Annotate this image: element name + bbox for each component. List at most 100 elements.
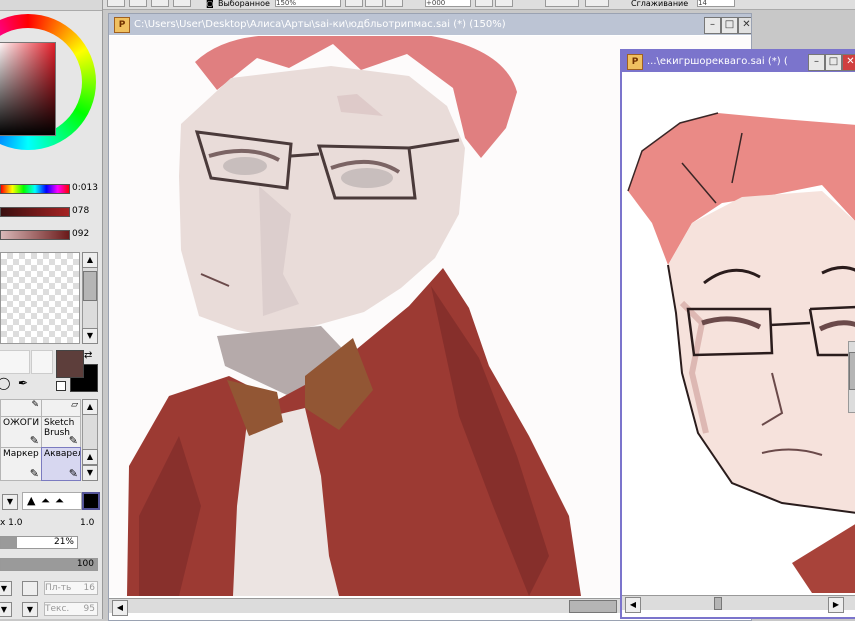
toolbar-icon[interactable] [585, 0, 609, 7]
tex-dropdown-icon[interactable]: ▼ [22, 602, 38, 617]
rotate-left-icon[interactable] [475, 0, 493, 7]
scroll-up-icon[interactable]: ▲ [82, 399, 98, 415]
maximize-icon[interactable]: □ [825, 54, 842, 71]
scroll-down-icon[interactable]: ▼ [82, 328, 98, 344]
zoom-in-icon[interactable] [345, 0, 363, 7]
marker-icon: ✎ [29, 467, 39, 480]
tex-label: Текс. [45, 604, 70, 614]
close-icon[interactable]: ✕ [842, 54, 855, 71]
scroll-thumb[interactable] [849, 352, 855, 390]
close-icon[interactable]: ✕ [738, 17, 751, 34]
tool-marker[interactable]: Маркер ✎ [0, 447, 42, 481]
swap-colors-icon[interactable]: ⇄ [84, 350, 92, 361]
brush-size-multiplier[interactable]: x 1.0 [0, 518, 23, 528]
eyedropper-icon[interactable]: ✒ [18, 376, 28, 390]
flip-icon[interactable] [545, 0, 579, 7]
saturation-slider[interactable] [0, 207, 70, 217]
brush-size-value: 1.0 [80, 518, 95, 528]
scroll-up-icon[interactable]: ▲ [82, 252, 98, 268]
minimize-icon[interactable]: – [704, 17, 721, 34]
toolbar-icon[interactable] [107, 0, 125, 7]
zoom-reset-icon[interactable] [385, 0, 403, 7]
min-size-fill [1, 537, 17, 548]
maximize-icon[interactable]: □ [721, 17, 738, 34]
scroll-up-icon[interactable]: ▲ [82, 449, 98, 465]
smoothing-label: Сглаживание [631, 0, 689, 8]
scroll-thumb[interactable] [83, 271, 97, 301]
scroll-left-icon[interactable]: ◀ [625, 597, 641, 613]
swatch-transparent-2[interactable] [31, 350, 53, 374]
pl-checkbox[interactable] [22, 581, 38, 596]
scroll-thumb[interactable] [569, 600, 617, 613]
shape-round-icon[interactable]: ⏶ [41, 494, 50, 508]
eraser-icon: ▱ [71, 400, 78, 410]
scratchpad-scrollbar[interactable]: ▲ ▼ [82, 252, 98, 344]
top-toolbar: ◙ Выборанное 150% +000 Сглаживание 14 [103, 0, 855, 10]
document-title: C:\Users\User\Desktop\Алиса\Арты\sai-ки\… [134, 19, 506, 30]
shape-soft-icon[interactable]: ⏶ [55, 494, 64, 508]
value-slider[interactable] [0, 230, 70, 240]
foreground-color-swatch[interactable] [56, 350, 84, 378]
value-value: 092 [72, 229, 90, 239]
canvas-horizontal-scrollbar[interactable]: ◀ ▶ [622, 595, 855, 613]
selection-source-checkbox[interactable]: ◙ [206, 0, 214, 8]
selection-source-label: Выборанное [218, 0, 270, 8]
swatch-transparent[interactable] [0, 350, 30, 374]
tool-panel: 0:013 078 092 ▲ ▼ ⇄ ◯ ✒ ✎ ▱ ОЖОГИ ✎ Sket… [0, 0, 103, 619]
density-bar[interactable]: 100 [0, 558, 98, 571]
shape-triangle-icon[interactable]: ▲ [27, 494, 35, 507]
min-size-bar[interactable]: 21% [0, 536, 78, 549]
hue-slider[interactable] [0, 184, 70, 194]
color-scratchpad[interactable] [0, 252, 80, 344]
document-window-secondary: P ...\екигршорекваго.sai (*) ( – □ ✕ ◀ ▶ [620, 49, 855, 619]
saturation-value-square[interactable] [0, 42, 56, 136]
document-titlebar[interactable]: P C:\Users\User\Desktop\Алиса\Арты\sai-к… [109, 14, 751, 35]
pl-value: 16 [83, 583, 95, 593]
document-titlebar[interactable]: P ...\екигршорекваго.sai (*) ( – □ ✕ [622, 51, 855, 72]
zoom-out-icon[interactable] [365, 0, 383, 7]
texture-dropdown-icon[interactable]: ▼ [0, 602, 12, 617]
sai-app-icon: P [627, 54, 643, 70]
drawing-canvas[interactable] [622, 73, 855, 593]
toolbar-icon[interactable] [173, 0, 191, 7]
density-value: 100 [76, 559, 94, 569]
tool-watercolor-label: Акварел [44, 449, 81, 459]
smoothing-field[interactable]: 14 [697, 0, 735, 7]
scroll-right-icon[interactable]: ▶ [828, 597, 844, 613]
minimize-icon[interactable]: – [808, 54, 825, 71]
document-title: ...\екигршорекваго.sai (*) ( [647, 56, 788, 67]
min-size-value: 21% [53, 537, 74, 547]
tool-watercolor[interactable]: Акварел ✎ [41, 447, 81, 481]
brush-shape-selector[interactable]: ▲ ⏶ ⏶ [22, 492, 82, 510]
tool-marker-label: Маркер [3, 449, 39, 459]
toolbar-icon[interactable] [129, 0, 147, 7]
toolbar-icon[interactable] [151, 0, 169, 7]
saturation-value: 078 [72, 206, 90, 216]
tool-sketch-brush[interactable]: Sketch Brush ✎ [41, 416, 81, 448]
zoom-field[interactable]: 150% [275, 0, 341, 7]
panel-top-strip [0, 0, 102, 11]
scroll-thumb[interactable] [714, 597, 722, 610]
sai-app-icon: P [114, 17, 130, 33]
tool-contour[interactable]: ОЖОГИ ✎ [0, 416, 42, 448]
scroll-down-icon[interactable]: ▼ [82, 465, 98, 481]
canvas-vertical-scrollbar[interactable] [848, 341, 855, 413]
tool-eraser-slot[interactable]: ▱ [41, 399, 81, 417]
brush-icon: ✎ [29, 434, 39, 447]
tool-pen-slot[interactable]: ✎ [0, 399, 42, 417]
tool-contour-label: ОЖОГИ [3, 418, 40, 428]
pl-label: Пл-ть [45, 583, 72, 593]
reset-colors-icon[interactable] [56, 381, 66, 391]
rotation-field[interactable]: +000 [425, 0, 471, 7]
blend-dropdown-icon[interactable]: ▼ [0, 581, 12, 596]
brush-icon: ✎ [68, 434, 78, 447]
shape-flat-icon[interactable] [82, 492, 100, 510]
tex-field[interactable]: Текс. 95 [44, 602, 98, 616]
tex-value: 95 [83, 604, 95, 614]
shape-dropdown-icon[interactable]: ▼ [2, 494, 18, 510]
lasso-icon[interactable]: ◯ [0, 376, 10, 390]
tools-scrollbar[interactable]: ▲ ▲ ▼ [82, 399, 98, 481]
rotate-right-icon[interactable] [495, 0, 513, 7]
pl-field[interactable]: Пл-ть 16 [44, 581, 98, 595]
scroll-left-icon[interactable]: ◀ [112, 600, 128, 616]
